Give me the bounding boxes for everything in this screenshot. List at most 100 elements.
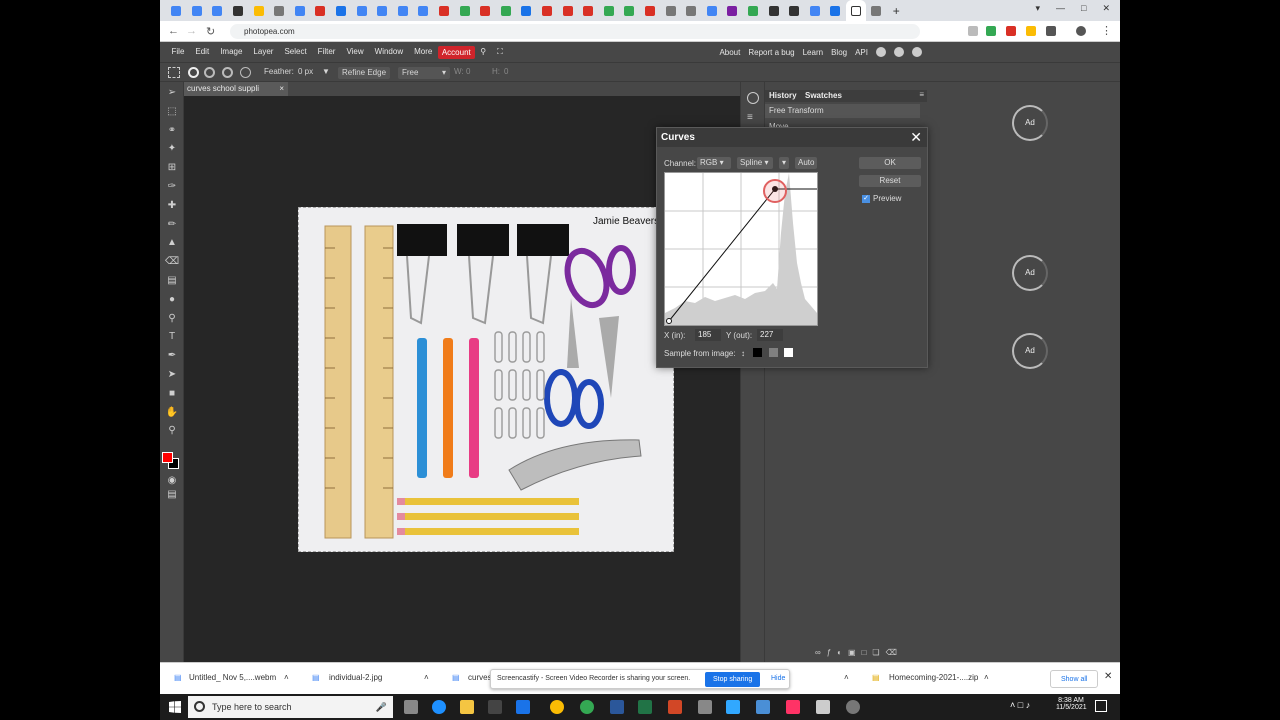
download-item[interactable]: Untitled_ Nov 5,....webm xyxy=(189,673,276,682)
chevron-up-icon[interactable]: ˄ xyxy=(284,673,289,682)
trash-icon[interactable]: ⌫ xyxy=(886,648,897,657)
selection-subtract-icon[interactable] xyxy=(222,67,233,78)
selection-new-icon[interactable] xyxy=(188,67,199,78)
extension-icon[interactable] xyxy=(986,26,996,36)
profile-avatar[interactable] xyxy=(1076,26,1086,36)
reset-button[interactable]: Reset xyxy=(859,175,921,187)
browser-tab[interactable] xyxy=(784,0,805,21)
browser-tab[interactable] xyxy=(743,0,764,21)
forward-icon[interactable]: → xyxy=(186,25,197,37)
link-report-a-bug[interactable]: Report a bug xyxy=(748,48,794,57)
store-icon[interactable] xyxy=(488,700,502,714)
link-api[interactable]: API xyxy=(855,48,868,57)
show-all-button[interactable]: Show all xyxy=(1050,670,1099,688)
taskbar-search[interactable]: Type here to search 🎤 xyxy=(188,696,393,718)
browser-tab[interactable] xyxy=(866,0,887,21)
chevron-up-icon[interactable]: ˄ xyxy=(844,673,849,682)
browser-tab[interactable] xyxy=(248,0,269,21)
new-tab-button[interactable]: + xyxy=(893,4,900,18)
link-learn[interactable]: Learn xyxy=(803,48,823,57)
browser-tab[interactable] xyxy=(166,0,187,21)
edge-icon[interactable] xyxy=(432,700,446,714)
hand-icon[interactable]: ✋ xyxy=(165,406,179,420)
menu-layer[interactable]: Layer xyxy=(248,43,279,61)
browser-tab[interactable] xyxy=(640,0,661,21)
menu-window[interactable]: Window xyxy=(369,43,408,61)
move-icon[interactable]: ➢ xyxy=(165,86,179,100)
url-field[interactable]: photopea.com xyxy=(230,24,920,39)
mail-icon[interactable] xyxy=(516,700,530,714)
gray-eyedropper-swatch[interactable] xyxy=(769,348,778,357)
browser-tab[interactable] xyxy=(722,0,743,21)
screen-mode-icon[interactable]: ▤ xyxy=(165,488,179,502)
marquee-icon[interactable] xyxy=(168,67,180,78)
curve-options-icon[interactable]: ▾ xyxy=(779,157,790,169)
tab-history[interactable]: History xyxy=(769,91,797,100)
ad-placeholder[interactable]: Ad xyxy=(1012,105,1048,141)
browser-tab[interactable] xyxy=(598,0,619,21)
account-button[interactable]: Account xyxy=(437,45,475,59)
black-eyedropper-swatch[interactable] xyxy=(753,348,762,357)
browser-tab[interactable] xyxy=(825,0,846,21)
browser-tab[interactable] xyxy=(372,0,393,21)
browser-tab[interactable] xyxy=(537,0,558,21)
feather-value[interactable]: 0 px xyxy=(298,67,313,76)
text-icon[interactable]: T xyxy=(165,330,179,344)
word-icon[interactable] xyxy=(610,700,624,714)
mask-icon[interactable]: ▣ xyxy=(848,648,856,657)
browser-tab[interactable] xyxy=(207,0,228,21)
properties-icon[interactable]: ≡ xyxy=(747,112,753,123)
chevron-down-icon[interactable]: ▾ xyxy=(1035,3,1040,14)
link-about[interactable]: About xyxy=(719,48,740,57)
calculator-icon[interactable] xyxy=(698,700,712,714)
file-explorer-icon[interactable] xyxy=(460,700,474,714)
menu-image[interactable]: Image xyxy=(215,43,248,61)
w-value[interactable]: 0 xyxy=(466,67,470,76)
browser-tab[interactable] xyxy=(228,0,249,21)
fullscreen-icon[interactable]: ⛶ xyxy=(492,43,509,61)
browser-tab[interactable] xyxy=(269,0,290,21)
browser-tab[interactable] xyxy=(290,0,311,21)
puzzle-icon[interactable] xyxy=(1046,26,1056,36)
dodge-icon[interactable]: ⚲ xyxy=(165,312,179,326)
link-blog[interactable]: Blog xyxy=(831,48,847,57)
browser-tab[interactable] xyxy=(681,0,702,21)
menu-filter[interactable]: Filter xyxy=(312,43,341,61)
twitter-icon[interactable] xyxy=(894,47,904,57)
restore-icon[interactable]: □ xyxy=(1081,3,1086,14)
app-icon[interactable] xyxy=(816,700,830,714)
eraser-icon[interactable]: ⌫ xyxy=(165,255,179,269)
browser-tab[interactable] xyxy=(804,0,825,21)
excel-icon[interactable] xyxy=(638,700,652,714)
stop-sharing-button[interactable]: Stop sharing xyxy=(705,672,761,687)
quick-mask-icon[interactable]: ◉ xyxy=(165,474,179,488)
browser-tab[interactable] xyxy=(434,0,455,21)
magic-wand-icon[interactable]: ✦ xyxy=(165,142,179,156)
x-in-field[interactable]: 185 xyxy=(695,329,721,341)
reddit-icon[interactable] xyxy=(876,47,886,57)
info-icon[interactable] xyxy=(747,92,759,104)
channel-select[interactable]: RGB ▾ xyxy=(697,157,731,169)
browser-tab[interactable] xyxy=(660,0,681,21)
menu-file[interactable]: File xyxy=(166,43,190,61)
refine-edge-button[interactable]: Refine Edge xyxy=(338,67,391,79)
style-select[interactable]: Free ▾ xyxy=(398,67,450,79)
document-tab[interactable]: curves school suppli × xyxy=(184,82,288,96)
close-icon[interactable]: ✕ xyxy=(1102,3,1110,14)
folder-icon[interactable]: □ xyxy=(862,648,867,657)
windows-start-icon[interactable] xyxy=(169,701,181,713)
close-icon[interactable]: × xyxy=(279,82,284,96)
browser-tab[interactable] xyxy=(496,0,517,21)
browser-tab[interactable] xyxy=(413,0,434,21)
selection-add-icon[interactable] xyxy=(204,67,215,78)
tab-swatches[interactable]: Swatches xyxy=(805,91,842,100)
h-value[interactable]: 0 xyxy=(504,67,508,76)
curves-graph[interactable] xyxy=(664,172,818,326)
chevron-up-icon[interactable]: ˄ xyxy=(424,673,429,682)
browser-tab[interactable] xyxy=(393,0,414,21)
powerpoint-icon[interactable] xyxy=(668,700,682,714)
chevron-up-icon[interactable]: ˄ xyxy=(984,673,989,682)
browser-tab[interactable] xyxy=(310,0,331,21)
minimize-icon[interactable]: — xyxy=(1056,3,1065,14)
pen-icon[interactable]: ✒ xyxy=(165,349,179,363)
